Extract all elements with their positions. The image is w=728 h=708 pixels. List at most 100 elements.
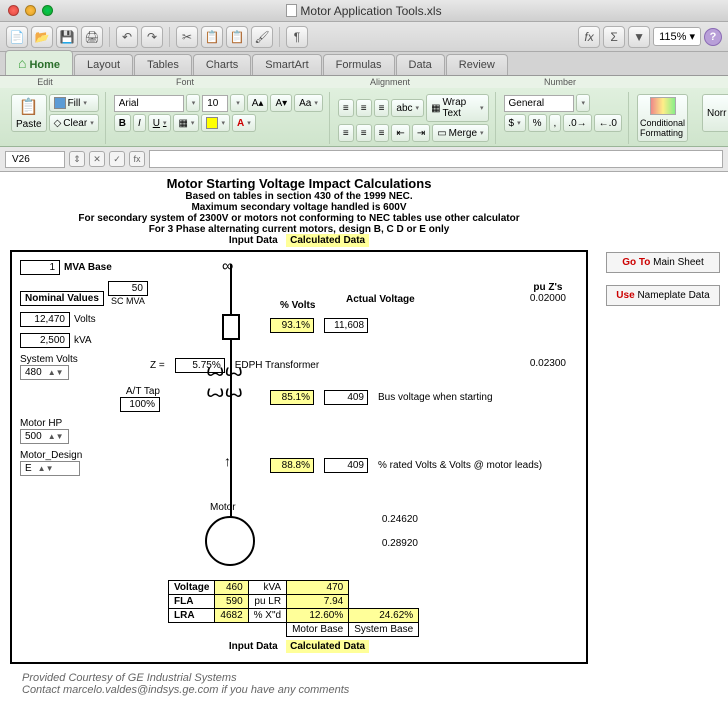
align-top-icon[interactable]: ≡ [338, 99, 354, 117]
tap-input[interactable]: 100% [120, 397, 160, 412]
sort-icon[interactable]: Σ [603, 26, 625, 48]
legend-input-2: Input Data [229, 641, 278, 652]
align-center-icon[interactable]: ≡ [356, 124, 372, 142]
print-icon[interactable]: 🖨 [81, 26, 103, 48]
fill-button[interactable]: Fill▾ [49, 94, 99, 112]
paste-icon[interactable]: 📋 [226, 26, 248, 48]
number-format-dd[interactable]: ▾ [576, 94, 591, 112]
tab-smartart[interactable]: SmartArt [252, 54, 321, 75]
file-icon [286, 4, 297, 17]
comma-icon[interactable]: , [549, 114, 562, 132]
bold-button[interactable]: B [114, 114, 131, 132]
tab-tables[interactable]: Tables [134, 54, 192, 75]
tab-charts[interactable]: Charts [193, 54, 251, 75]
mva-base-input[interactable]: 1 [20, 260, 60, 275]
align-right-icon[interactable]: ≡ [374, 124, 390, 142]
font-name-input[interactable] [114, 95, 184, 112]
motor-table: Voltage460kVA470 FLA590pu LR7.94 LRA4682… [168, 580, 419, 637]
diagram: ∞ ꙍꙍꙍꙍ ↑ Motor pu Z's 0.02000 % Volts Ac… [170, 258, 578, 578]
group-styles: Conditional Formatting [631, 92, 694, 144]
use-nameplate-data-button[interactable]: Use Nameplate Data [606, 285, 720, 306]
undo-icon[interactable]: ↶ [116, 26, 138, 48]
wrap-text-button[interactable]: ▦ Wrap Text▾ [426, 94, 488, 122]
percent-icon[interactable]: % [528, 114, 547, 132]
worksheet[interactable]: Motor Starting Voltage Impact Calculatio… [0, 172, 598, 708]
dec-decimal-icon[interactable]: ←.0 [594, 114, 622, 132]
new-icon[interactable]: 📄 [6, 26, 28, 48]
autosum-icon[interactable]: fx [578, 26, 600, 48]
tab-layout[interactable]: Layout [74, 54, 133, 75]
group-font-label: Font [85, 77, 285, 87]
save-icon[interactable]: 💾 [56, 26, 78, 48]
system-volts-select[interactable]: 480▲▼ [20, 365, 69, 380]
system-volts-label: System Volts [20, 354, 160, 365]
inc-decimal-icon[interactable]: .0→ [563, 114, 591, 132]
clear-format-icon[interactable]: Aa▾ [294, 94, 323, 112]
indent-dec-icon[interactable]: ⇤ [391, 124, 409, 142]
group-font: ▾ ▾ A▴ A▾ Aa▾ B I U▾ ▦▾ ▾ A▾ [108, 92, 330, 144]
border-button[interactable]: ▦▾ [173, 114, 199, 132]
grow-font-icon[interactable]: A▴ [247, 94, 269, 112]
mva-base-label: MVA Base [64, 262, 112, 273]
subtitle-2: Maximum secondary voltage handled is 600… [10, 202, 588, 213]
number-format-select[interactable] [504, 95, 574, 112]
conditional-formatting-button[interactable]: Conditional Formatting [637, 94, 688, 142]
clear-button[interactable]: ◇ Clear▾ [49, 114, 99, 132]
scmva-input[interactable]: 50 [108, 281, 148, 296]
open-icon[interactable]: 📂 [31, 26, 53, 48]
motor-design-label: Motor_Design [20, 450, 160, 461]
tab-home[interactable]: Home [5, 50, 73, 75]
align-bottom-icon[interactable]: ≡ [374, 99, 390, 117]
show-hide-icon[interactable]: ¶ [286, 26, 308, 48]
edph-label: EDPH Transformer [235, 360, 319, 371]
underline-button[interactable]: U▾ [148, 114, 172, 132]
name-box[interactable] [5, 151, 65, 168]
format-painter-icon[interactable]: 🖌 [251, 26, 273, 48]
font-color-button[interactable]: A▾ [232, 114, 256, 132]
motor-label: Motor [210, 502, 236, 513]
puz-1: 0.02000 [530, 293, 566, 304]
font-name-dd[interactable]: ▾ [186, 94, 201, 112]
goto-main-sheet-button[interactable]: Go To Main Sheet [606, 252, 720, 273]
bus-voltage-text: Bus voltage when starting [378, 392, 493, 403]
tab-data[interactable]: Data [396, 54, 445, 75]
tab-review[interactable]: Review [446, 54, 508, 75]
currency-icon[interactable]: $▾ [504, 114, 526, 132]
confirm-icon[interactable]: ✓ [109, 151, 125, 167]
puz-4: 0.28920 [382, 538, 418, 549]
font-size-dd[interactable]: ▾ [230, 94, 245, 112]
volts-input[interactable]: 12,470 [20, 312, 70, 327]
align-middle-icon[interactable]: ≡ [356, 99, 372, 117]
copy-icon[interactable]: 📋 [201, 26, 223, 48]
group-alignment: ≡ ≡ ≡ abc▾ ▦ Wrap Text▾ ≡ ≡ ≡ ⇤ ⇥ ▭ Merg… [332, 92, 496, 144]
group-edit: 📋Paste Fill▾ ◇ Clear▾ [5, 92, 106, 144]
paste-button[interactable]: 📋Paste [11, 94, 47, 132]
normal-style-button[interactable]: Norr [702, 94, 728, 132]
font-size-input[interactable] [202, 95, 228, 112]
motor-hp-select[interactable]: 500▲▼ [20, 429, 69, 444]
cut-icon[interactable]: ✂ [176, 26, 198, 48]
legend-row: Input Data Calculated Data [10, 235, 588, 246]
fx-icon[interactable]: fx [129, 151, 145, 167]
cancel-icon[interactable]: ✕ [89, 151, 105, 167]
updown-icon[interactable]: ⇕ [69, 151, 85, 167]
indent-inc-icon[interactable]: ⇥ [412, 124, 430, 142]
subtitle-1: Based on tables in section 430 of the 19… [10, 191, 588, 202]
fill-color-button[interactable]: ▾ [201, 114, 230, 132]
merge-button[interactable]: ▭ Merge▾ [432, 124, 488, 142]
kva-input[interactable]: 2,500 [20, 333, 70, 348]
z-label: Z = [150, 360, 165, 371]
tap-label: A/T Tap [20, 386, 160, 397]
formula-input[interactable] [149, 150, 723, 168]
motor-design-select[interactable]: E▲▼ [20, 461, 80, 476]
filter-icon[interactable]: ▼ [628, 26, 650, 48]
z-input[interactable]: 5.75% [175, 358, 225, 373]
orientation-icon[interactable]: abc▾ [391, 99, 424, 117]
help-icon[interactable]: ? [704, 28, 722, 46]
tab-formulas[interactable]: Formulas [323, 54, 395, 75]
italic-button[interactable]: I [133, 114, 146, 132]
zoom-select[interactable]: 115% ▾ [653, 27, 701, 46]
align-left-icon[interactable]: ≡ [338, 124, 354, 142]
redo-icon[interactable]: ↷ [141, 26, 163, 48]
shrink-font-icon[interactable]: A▾ [270, 94, 292, 112]
